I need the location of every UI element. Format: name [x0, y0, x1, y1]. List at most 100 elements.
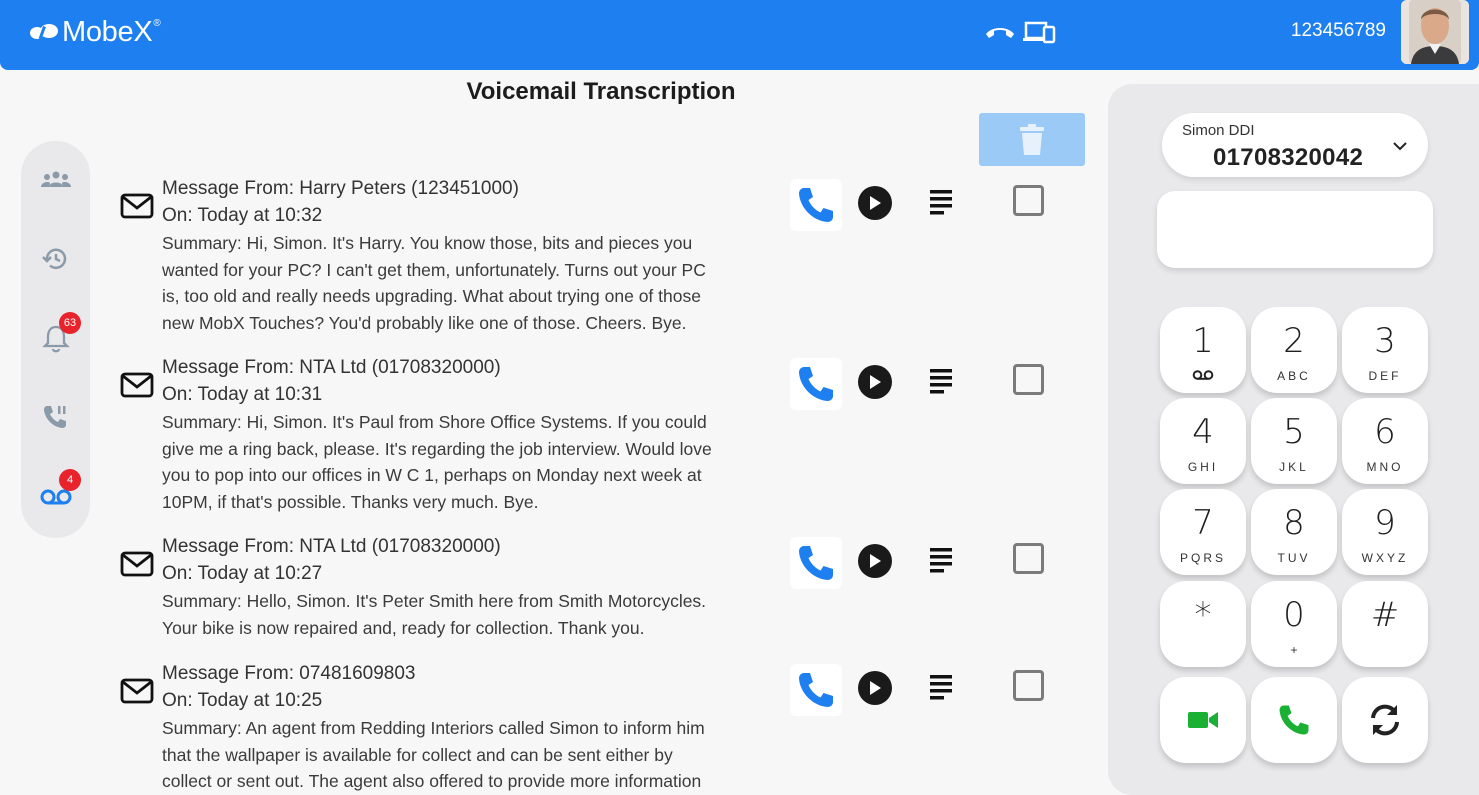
transcript-button[interactable]: [928, 187, 956, 224]
summary-line: give me a ring back, please. It's regard…: [162, 438, 712, 459]
call-back-button[interactable]: [790, 358, 842, 410]
side-nav: 63 4: [21, 141, 90, 538]
summary-line: Summary: Hi, Simon. It's Harry. You know…: [162, 233, 693, 253]
select-checkbox[interactable]: [1013, 670, 1044, 701]
nav-history[interactable]: [21, 237, 90, 281]
summary-line: Summary: Hello, Simon. It's Peter Smith …: [162, 591, 707, 611]
summary-line: 10PM, if that's possible. Thanks very mu…: [162, 491, 539, 512]
play-button[interactable]: [858, 365, 892, 399]
transcript-button[interactable]: [928, 545, 956, 582]
ddi-label: Simon DDI: [1182, 122, 1255, 139]
ddi-number: 01708320042: [1213, 144, 1364, 171]
voicemail-badge: 4: [59, 469, 81, 491]
transcript-lines-icon: [930, 369, 952, 394]
mobex-logo[interactable]: MobeX ®: [28, 14, 161, 50]
key-star[interactable]: *: [1160, 581, 1246, 667]
key-3[interactable]: 3 DEF: [1342, 307, 1428, 393]
user-avatar[interactable]: [1401, 0, 1469, 64]
play-button[interactable]: [858, 671, 892, 705]
key-digit: 7: [1192, 503, 1214, 543]
voicemail-icon: [1192, 370, 1214, 380]
key-digit: #: [1370, 595, 1400, 635]
key-7[interactable]: 7 PQRS: [1160, 489, 1246, 575]
phone-icon: [799, 367, 833, 401]
key-letters: DEF: [1368, 369, 1402, 383]
call-back-button[interactable]: [790, 664, 842, 716]
envelope-icon: [120, 193, 154, 219]
notifications-badge: 63: [59, 312, 81, 334]
key-letters: TUV: [1277, 551, 1311, 565]
envelope-icon: [120, 551, 154, 577]
refresh-icon: [1371, 704, 1399, 736]
key-letters: ABC: [1277, 369, 1311, 383]
call-back-button[interactable]: [790, 179, 842, 231]
key-digit: 3: [1374, 321, 1396, 361]
video-call-button[interactable]: [1160, 677, 1246, 763]
delete-button[interactable]: [979, 113, 1085, 166]
key-2[interactable]: 2 ABC: [1251, 307, 1337, 393]
key-letters: WXYZ: [1361, 551, 1409, 565]
play-icon: [870, 196, 881, 210]
transcript-button[interactable]: [928, 672, 956, 709]
call-back-button[interactable]: [790, 537, 842, 589]
refresh-button[interactable]: [1342, 677, 1428, 763]
transcript-lines-icon: [930, 548, 952, 573]
envelope-icon: [120, 678, 154, 704]
nav-notifications[interactable]: 63: [21, 312, 90, 360]
key-digit: 4: [1192, 412, 1214, 452]
summary-line: you to pop into our offices in W C 1, pe…: [162, 465, 702, 485]
key-digit: 6: [1374, 412, 1396, 452]
voice-call-icon: [1279, 705, 1309, 735]
play-icon: [870, 554, 881, 568]
key-8[interactable]: 8 TUV: [1251, 489, 1337, 575]
nav-contacts[interactable]: [21, 158, 90, 202]
phone-icon: [799, 546, 833, 580]
key-9[interactable]: 9 WXYZ: [1342, 489, 1428, 575]
message-time: On: Today at 10:32: [162, 205, 323, 226]
message-summary: Summary: Hello, Simon. It's Peter Smith …: [162, 588, 792, 641]
play-button[interactable]: [858, 544, 892, 578]
page-title: Voicemail Transcription: [466, 78, 736, 105]
message-summary: Summary: Hi, Simon. It's Harry. You know…: [162, 230, 792, 336]
key-letters: JKL: [1279, 460, 1309, 474]
envelope-icon: [120, 372, 154, 398]
key-digit: 0: [1283, 595, 1305, 635]
select-checkbox[interactable]: [1013, 185, 1044, 216]
key-5[interactable]: 5 JKL: [1251, 398, 1337, 484]
transcript-button[interactable]: [928, 366, 956, 403]
top-bar: MobeX ® 123456789: [0, 0, 1479, 70]
key-0[interactable]: 0 +: [1251, 581, 1337, 667]
phone-icon: [799, 188, 833, 222]
video-call-icon: [1188, 712, 1218, 728]
voicemail-message: Message From: NTA Ltd (01708320000) On: …: [120, 354, 1060, 514]
key-digit: 5: [1283, 412, 1305, 452]
key-letters: GHI: [1187, 460, 1219, 474]
key-letters: +: [1290, 643, 1298, 657]
trash-icon: [1020, 123, 1044, 155]
nav-voicemail[interactable]: 4: [21, 469, 90, 518]
key-1[interactable]: 1: [1160, 307, 1246, 393]
ddi-select[interactable]: Simon DDI 01708320042: [1162, 113, 1428, 177]
nav-call-hold[interactable]: [21, 395, 90, 439]
message-summary: Summary: Hi, Simon. It's Paul from Shore…: [162, 409, 792, 515]
voice-call-button[interactable]: [1251, 677, 1337, 763]
summary-line: Your bike is now repaired and, ready for…: [162, 617, 645, 638]
hangup-icon[interactable]: [983, 18, 1017, 46]
play-button[interactable]: [858, 186, 892, 220]
devices-icon[interactable]: [1023, 18, 1057, 46]
summary-line: Summary: Hi, Simon. It's Paul from Shore…: [162, 412, 707, 432]
key-6[interactable]: 6 MNO: [1342, 398, 1428, 484]
summary-line: Summary: An agent from Redding Interiors…: [162, 718, 705, 738]
key-hash[interactable]: #: [1342, 581, 1428, 667]
brand-name: MobeX: [62, 15, 153, 48]
call-hold-icon: [43, 406, 66, 428]
voicemail-message: Message From: Harry Peters (123451000) O…: [120, 175, 1060, 335]
summary-line: wanted for your PC? I can't get them, un…: [162, 259, 706, 280]
select-checkbox[interactable]: [1013, 364, 1044, 395]
key-digit: *: [1194, 595, 1212, 635]
select-checkbox[interactable]: [1013, 543, 1044, 574]
key-4[interactable]: 4 GHI: [1160, 398, 1246, 484]
dial-number-input[interactable]: [1157, 191, 1433, 268]
message-from: Message From: NTA Ltd (01708320000): [162, 357, 501, 378]
message-from: Message From: 07481609803: [162, 663, 416, 684]
